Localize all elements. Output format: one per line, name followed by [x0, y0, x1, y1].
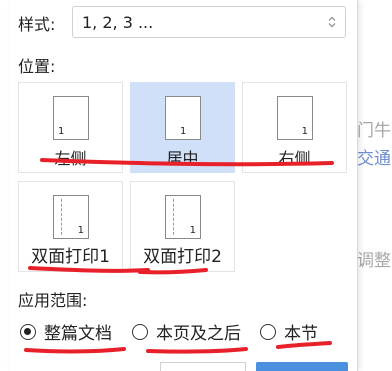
position-tile-center[interactable]: 1 居中	[130, 82, 235, 173]
cancel-button[interactable]	[160, 362, 246, 371]
style-row: 样式:	[18, 8, 55, 38]
margin-guide	[173, 199, 174, 235]
position-label: 位置:	[18, 57, 56, 76]
scope-option-label: 整篇文档	[44, 324, 112, 344]
page-number: 1	[301, 126, 308, 137]
chevron-updown-icon	[328, 16, 336, 28]
radio-button-icon	[20, 323, 36, 340]
radio-button-icon	[260, 323, 276, 340]
position-tile-right[interactable]: 1 右侧	[242, 82, 347, 173]
position-tile-duplex1[interactable]: 1 双面打印1	[18, 181, 123, 272]
background-text: 调整	[357, 251, 391, 271]
style-label: 样式:	[18, 15, 56, 34]
ok-button[interactable]	[256, 362, 348, 371]
scope-option-label: 本页及之后	[156, 324, 241, 344]
background-text: 交通	[357, 149, 391, 169]
position-tile-duplex2[interactable]: 1 双面打印2	[130, 181, 235, 272]
scope-option-this-section[interactable]: 本节	[260, 319, 318, 344]
page-icon: 1	[277, 96, 313, 140]
page-number: 1	[180, 126, 187, 137]
scope-option-whole-document[interactable]: 整篇文档	[20, 319, 112, 344]
page-icon: 1	[165, 195, 201, 239]
scope-label: 应用范围:	[18, 291, 88, 310]
style-select-value: 1, 2, 3 ...	[82, 12, 154, 32]
page-icon: 1	[165, 96, 201, 140]
radio-button-icon	[132, 323, 148, 340]
position-tile-label: 左侧	[54, 149, 87, 168]
scope-option-label: 本节	[284, 324, 318, 344]
page-number: 1	[58, 126, 65, 137]
page-icon: 1	[53, 195, 89, 239]
scope-option-this-page-onward[interactable]: 本页及之后	[132, 319, 241, 344]
position-tile-label: 居中	[166, 149, 199, 168]
page-number: 1	[77, 225, 84, 236]
position-tile-left[interactable]: 1 左侧	[18, 82, 123, 173]
page-number: 1	[189, 225, 196, 236]
margin-guide	[61, 199, 62, 235]
position-tile-label: 右侧	[278, 149, 311, 168]
page-number-panel: 样式: 1, 2, 3 ... 位置: 1 左侧 1 居中 1 右侧 1 双面打…	[10, 0, 358, 371]
style-select[interactable]: 1, 2, 3 ...	[72, 6, 346, 38]
position-tile-label: 双面打印2	[143, 247, 222, 267]
page-icon: 1	[53, 96, 89, 140]
background-text: 门牛	[357, 121, 391, 141]
position-tile-label: 双面打印1	[31, 247, 110, 267]
